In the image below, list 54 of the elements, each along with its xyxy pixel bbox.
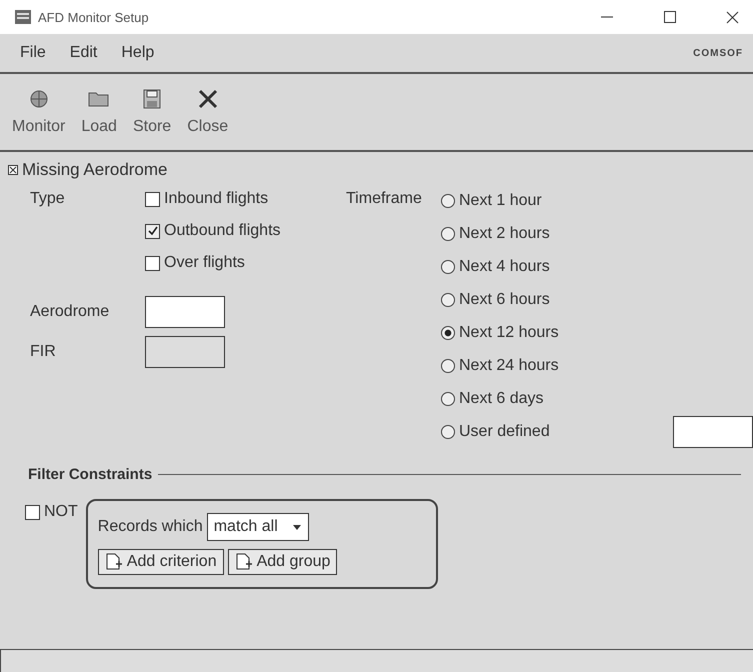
- checkmark-icon: [148, 226, 158, 236]
- close-icon[interactable]: [726, 10, 739, 24]
- maximize-icon[interactable]: [664, 11, 676, 23]
- section-title: Filter Constraints: [28, 466, 152, 483]
- section-title: Missing Aerodrome: [22, 160, 168, 180]
- radio-button[interactable]: Next 12 hours: [441, 324, 653, 342]
- caret-icon: [292, 523, 302, 531]
- input-field[interactable]: [145, 296, 225, 328]
- radio-circle[interactable]: [441, 424, 455, 438]
- checkbox[interactable]: Over flights: [145, 254, 281, 272]
- menu-item[interactable]: Help: [121, 44, 154, 62]
- collapse-icon[interactable]: [8, 165, 18, 175]
- field-label: Aerodrome: [30, 303, 110, 321]
- logo: COMSOF: [693, 48, 743, 58]
- checkbox[interactable]: Inbound flights: [145, 190, 281, 208]
- radio-circle[interactable]: [441, 260, 455, 274]
- radio-circle[interactable]: [441, 326, 455, 340]
- input-field[interactable]: [145, 336, 225, 368]
- radio-circle[interactable]: [441, 194, 455, 208]
- menu-item[interactable]: File: [20, 44, 46, 62]
- dropdown[interactable]: match all: [206, 513, 309, 541]
- radio-button[interactable]: Next 4 hours: [441, 258, 653, 276]
- radio-circle[interactable]: [441, 292, 455, 306]
- menu-item[interactable]: Edit: [70, 44, 98, 62]
- radio-button[interactable]: Next 1 hour: [441, 192, 653, 210]
- input-field[interactable]: [673, 416, 753, 448]
- radio-button[interactable]: Next 2 hours: [441, 224, 653, 242]
- checkbox-square[interactable]: [25, 504, 40, 520]
- radio-button[interactable]: Next 6 days: [441, 390, 653, 408]
- field-label: Timeframe: [346, 190, 423, 209]
- checkbox-square[interactable]: [145, 192, 160, 206]
- add-document-icon: [234, 553, 253, 571]
- toolbar-button[interactable]: Close: [181, 88, 234, 136]
- radio-button[interactable]: User defined: [441, 422, 653, 440]
- radio-circle[interactable]: [441, 226, 455, 240]
- field-label: FIR: [30, 343, 57, 361]
- checkbox-square[interactable]: [145, 256, 160, 270]
- radio-button[interactable]: Next 6 hours: [441, 290, 653, 308]
- checkbox-square[interactable]: [145, 224, 160, 238]
- field-label: Records which: [98, 518, 203, 536]
- checkbox[interactable]: Outbound flights: [145, 222, 281, 240]
- radio-button[interactable]: Next 24 hours: [441, 356, 653, 374]
- add-button[interactable]: Add group: [228, 549, 338, 575]
- window-title: AFD Monitor Setup: [38, 10, 149, 24]
- radio-circle[interactable]: [441, 392, 455, 406]
- checkbox[interactable]: NOT: [25, 499, 78, 521]
- app-icon: [14, 9, 32, 25]
- toolbar-button[interactable]: Store: [126, 88, 178, 136]
- add-document-icon: [104, 553, 123, 571]
- field-label: Type: [30, 190, 66, 209]
- radio-circle[interactable]: [441, 358, 455, 372]
- toolbar-button[interactable]: Load: [75, 88, 123, 136]
- toolbar-button[interactable]: Monitor: [6, 88, 72, 136]
- add-button[interactable]: Add criterion: [98, 549, 224, 575]
